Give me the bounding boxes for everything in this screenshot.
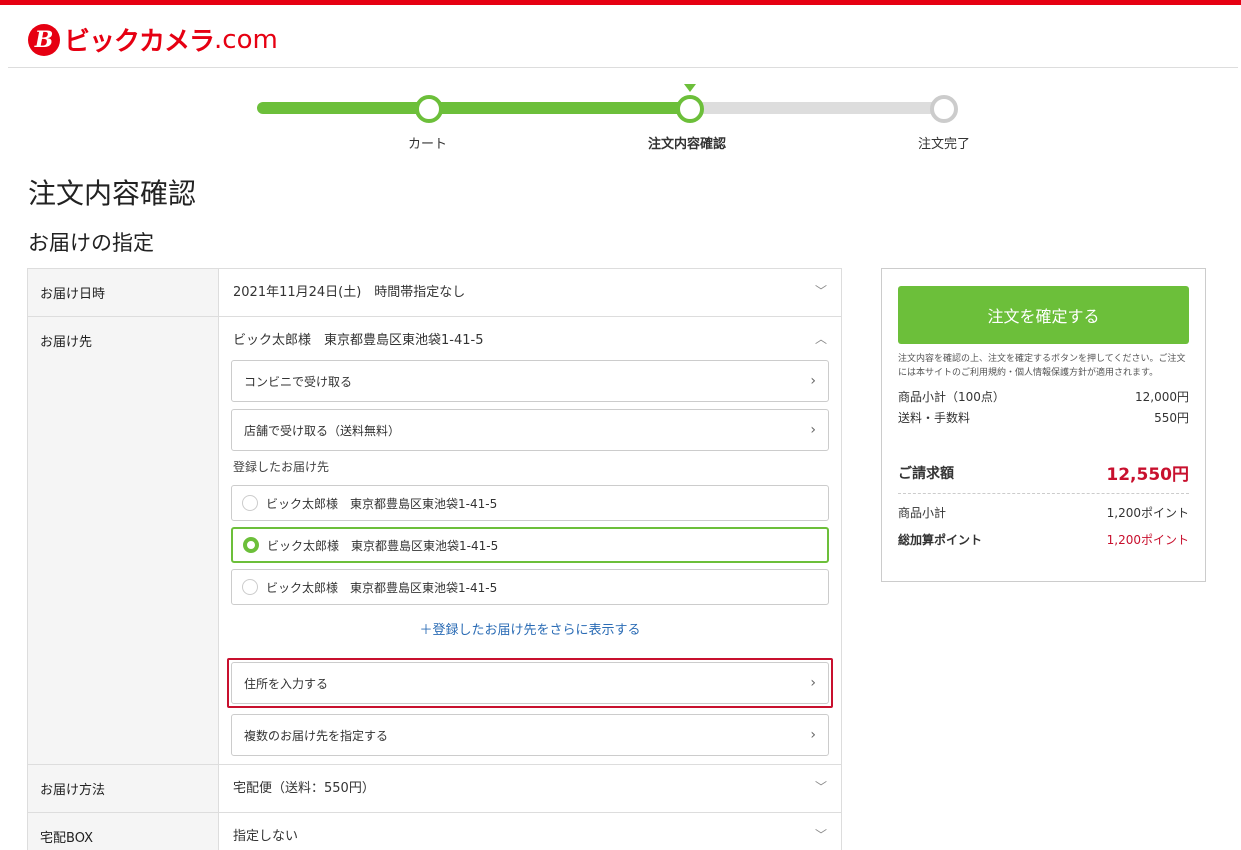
- delivery-dest-label: お届け先: [28, 317, 219, 764]
- registered-dest-text: ビック太郎様 東京都豊島区東池袋1-41-5: [266, 496, 498, 511]
- chevron-down-icon[interactable]: ﹀: [815, 778, 827, 795]
- registered-dest-option-2[interactable]: ビック太郎様 東京都豊島区東池袋1-41-5: [231, 527, 829, 563]
- convenience-pickup-button[interactable]: コンビニで受け取る ›: [231, 360, 829, 402]
- points-row: 商品小計 1,200ポイント: [898, 504, 1189, 521]
- show-more-dest-link[interactable]: ＋登録したお届け先をさらに表示する: [231, 619, 829, 638]
- enter-address-highlight: 住所を入力する ›: [227, 658, 833, 708]
- chevron-right-icon: ›: [810, 727, 816, 743]
- chevron-right-icon: ›: [810, 422, 816, 438]
- radio-selected-icon[interactable]: [243, 537, 259, 553]
- delivery-dest-row: お届け先 ビック太郎様 東京都豊島区東池袋1-41-5 ︿ コンビニで受け取る …: [28, 317, 841, 765]
- total-points-row: 総加算ポイント 1,200ポイント: [898, 531, 1189, 548]
- order-summary-panel: 注文を確定する 注文内容を確認の上、注文を確定するボタンを押してください。ご注文…: [881, 268, 1206, 582]
- step-dot-cart: [415, 95, 443, 123]
- delivery-box-row[interactable]: 宅配BOX 指定しない ﹀: [28, 813, 841, 850]
- delivery-dest-value: ビック太郎様 東京都豊島区東池袋1-41-5: [233, 333, 484, 348]
- multiple-dest-button[interactable]: 複数のお届け先を指定する ›: [231, 714, 829, 756]
- logo-mark-icon: B: [28, 23, 60, 56]
- registered-dest-text: ビック太郎様 東京都豊島区東池袋1-41-5: [266, 580, 498, 595]
- progress-track-done: [257, 102, 690, 114]
- delivery-box-label: 宅配BOX: [28, 813, 219, 850]
- convenience-pickup-label: コンビニで受け取る: [244, 374, 353, 389]
- step-dot-complete: [930, 95, 958, 123]
- chevron-right-icon: ›: [810, 675, 816, 691]
- logo-text: ビックカメラ: [64, 27, 215, 57]
- logo-domain: .com: [214, 24, 278, 55]
- multiple-dest-label: 複数のお届け先を指定する: [244, 728, 389, 743]
- delivery-method-value: 宅配便（送料：550円）: [233, 781, 375, 796]
- chevron-right-icon: ›: [810, 373, 816, 389]
- registered-dest-text: ビック太郎様 東京都豊島区東池袋1-41-5: [267, 538, 499, 553]
- shipping-row: 送料・手数料 550円: [898, 409, 1189, 426]
- subtotal-label: 商品小計（100点）: [898, 390, 1005, 404]
- shipping-value: 550円: [1154, 411, 1189, 425]
- registered-dest-option-3[interactable]: ビック太郎様 東京都豊島区東池袋1-41-5: [231, 569, 829, 605]
- confirm-order-button[interactable]: 注文を確定する: [898, 286, 1189, 344]
- confirm-note: 注文内容を確認の上、注文を確定するボタンを押してください。ご注文には本サイトのご…: [898, 354, 1186, 378]
- progress-track-remaining: [690, 102, 945, 114]
- section-title: お届けの指定: [28, 231, 154, 255]
- site-header: B ビックカメラ .com: [8, 5, 1238, 68]
- step-label-cart: カート: [408, 137, 448, 152]
- delivery-method-label: お届け方法: [28, 765, 219, 812]
- total-row: ご請求額 12,550円: [898, 460, 1189, 494]
- delivery-date-row[interactable]: お届け日時 2021年11月24日(土) 時間帯指定なし ﹀: [28, 269, 841, 317]
- current-step-marker-icon: [684, 84, 696, 92]
- store-pickup-label: 店舗で受け取る（送料無料）: [244, 423, 401, 438]
- delivery-method-row[interactable]: お届け方法 宅配便（送料：550円） ﹀: [28, 765, 841, 813]
- step-label-confirm: 注文内容確認: [648, 137, 727, 152]
- checkout-stepper: カート 注文内容確認 注文完了: [0, 80, 1241, 160]
- total-value: 12,550円: [1106, 465, 1189, 485]
- total-points-value: 1,200ポイント: [1106, 533, 1189, 547]
- subtotal-value: 12,000円: [1135, 390, 1189, 404]
- subtotal-row: 商品小計（100点） 12,000円: [898, 388, 1189, 405]
- registered-dest-heading: 登録したお届け先: [233, 460, 330, 474]
- total-points-label: 総加算ポイント: [898, 533, 983, 547]
- delivery-form: お届け日時 2021年11月24日(土) 時間帯指定なし ﹀ お届け先 ビック太…: [27, 268, 842, 850]
- radio-icon[interactable]: [242, 579, 258, 595]
- enter-address-button[interactable]: 住所を入力する ›: [231, 662, 829, 704]
- delivery-box-value: 指定しない: [233, 829, 299, 844]
- enter-address-label: 住所を入力する: [244, 676, 329, 691]
- shipping-label: 送料・手数料: [898, 411, 971, 425]
- points-label: 商品小計: [898, 506, 947, 520]
- total-label: ご請求額: [898, 465, 954, 482]
- delivery-date-value: 2021年11月24日(土) 時間帯指定なし: [233, 285, 466, 300]
- store-pickup-button[interactable]: 店舗で受け取る（送料無料） ›: [231, 409, 829, 451]
- radio-icon[interactable]: [242, 495, 258, 511]
- chevron-up-icon[interactable]: ︿: [815, 330, 827, 347]
- registered-dest-option-1[interactable]: ビック太郎様 東京都豊島区東池袋1-41-5: [231, 485, 829, 521]
- chevron-down-icon[interactable]: ﹀: [815, 282, 827, 299]
- chevron-down-icon[interactable]: ﹀: [815, 826, 827, 843]
- delivery-date-label: お届け日時: [28, 269, 219, 316]
- site-logo[interactable]: B ビックカメラ .com: [28, 21, 278, 58]
- page-title: 注文内容確認: [28, 177, 197, 210]
- step-label-complete: 注文完了: [918, 137, 971, 152]
- points-value: 1,200ポイント: [1106, 506, 1189, 520]
- step-dot-confirm: [676, 95, 704, 123]
